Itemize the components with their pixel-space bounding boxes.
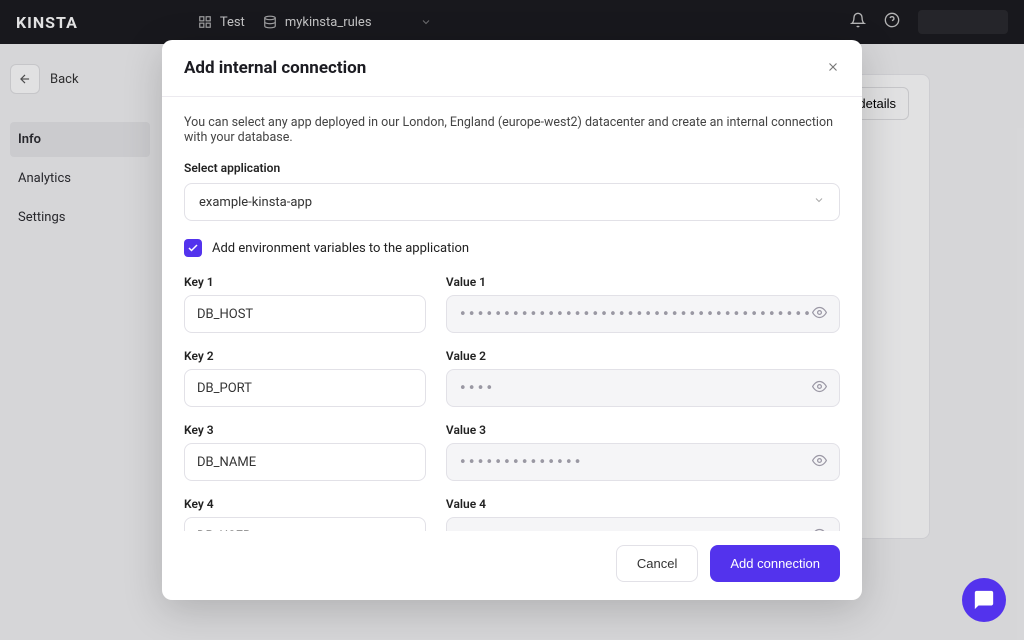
value-input-1[interactable]: ••••••••••••••••••••••••••••••••••••••••	[446, 295, 840, 333]
value-label: Value 4	[446, 497, 840, 511]
modal-description: You can select any app deployed in our L…	[184, 115, 840, 145]
masked-value: ••••••••••••••••••••••••••••••••••••••••	[459, 307, 812, 322]
chat-launcher[interactable]	[962, 578, 1006, 622]
modal-overlay: Add internal connection You can select a…	[0, 0, 1024, 640]
env-vars-label: Add environment variables to the applica…	[212, 241, 469, 256]
masked-value: ••••	[459, 381, 494, 396]
value-input-3[interactable]: ••••••••••••••	[446, 443, 840, 481]
value-label: Value 1	[446, 275, 840, 289]
reveal-button[interactable]	[812, 379, 827, 398]
eye-icon	[812, 379, 827, 394]
reveal-button[interactable]	[812, 305, 827, 324]
add-connection-modal: Add internal connection You can select a…	[162, 40, 862, 600]
close-button[interactable]	[826, 59, 840, 78]
value-label: Value 2	[446, 349, 840, 363]
add-connection-button[interactable]: Add connection	[710, 545, 840, 582]
reveal-button[interactable]	[812, 453, 827, 472]
select-value: example-kinsta-app	[199, 195, 312, 210]
masked-value: ••••••••••••••	[459, 455, 583, 470]
modal-title: Add internal connection	[184, 58, 366, 78]
key-label: Key 1	[184, 275, 426, 289]
select-application-label: Select application	[184, 161, 840, 175]
value-input-4[interactable]: ••••••••••••••	[446, 517, 840, 531]
value-label: Value 3	[446, 423, 840, 437]
value-input-2[interactable]: ••••	[446, 369, 840, 407]
check-icon	[187, 242, 199, 254]
key-input-2[interactable]: DB_PORT	[184, 369, 426, 407]
key-input-3[interactable]: DB_NAME	[184, 443, 426, 481]
chat-icon	[973, 589, 995, 611]
key-label: Key 2	[184, 349, 426, 363]
eye-icon	[812, 453, 827, 468]
env-vars-checkbox[interactable]	[184, 239, 202, 257]
application-select[interactable]: example-kinsta-app	[184, 183, 840, 221]
chevron-down-icon	[813, 194, 825, 210]
key-label: Key 4	[184, 497, 426, 511]
close-icon	[826, 60, 840, 74]
key-input-1[interactable]: DB_HOST	[184, 295, 426, 333]
key-input-4[interactable]: DB_USER	[184, 517, 426, 531]
key-label: Key 3	[184, 423, 426, 437]
eye-icon	[812, 305, 827, 320]
cancel-button[interactable]: Cancel	[616, 545, 698, 582]
